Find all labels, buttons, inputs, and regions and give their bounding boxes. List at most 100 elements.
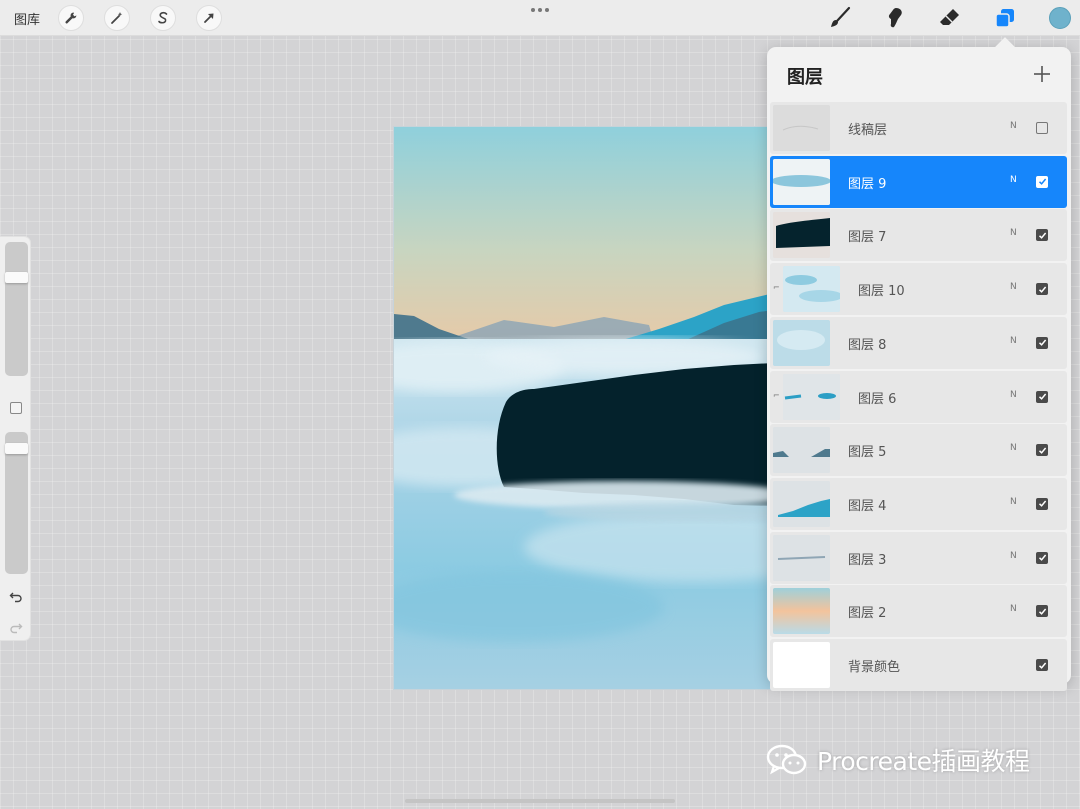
clipping-mask-icon: ⌐ bbox=[773, 390, 780, 400]
blend-mode-button[interactable]: N bbox=[1010, 228, 1017, 238]
layer-thumbnail[interactable] bbox=[773, 158, 830, 205]
layer-name: 线稿层 bbox=[848, 123, 888, 138]
add-layer-icon[interactable] bbox=[1031, 63, 1053, 85]
paint-brush-tool[interactable] bbox=[826, 5, 854, 31]
layer-row[interactable]: ⌐ 图层 6 N bbox=[770, 370, 1067, 423]
layers-icon bbox=[995, 9, 1014, 28]
smudge-tool[interactable] bbox=[880, 5, 908, 31]
selection-button[interactable] bbox=[150, 5, 176, 31]
layer-thumbnail[interactable] bbox=[773, 319, 830, 366]
undo-icon[interactable] bbox=[9, 589, 23, 603]
blend-mode-button[interactable]: N bbox=[1010, 497, 1017, 507]
blend-mode-button[interactable]: N bbox=[1010, 551, 1017, 561]
checkmark-icon bbox=[1038, 608, 1046, 615]
layer-row[interactable]: 图层 9 N bbox=[770, 155, 1067, 208]
brush-size-slider[interactable] bbox=[5, 242, 28, 376]
layer-name: 图层 10 bbox=[858, 284, 905, 300]
layer-visibility-checkbox[interactable] bbox=[1036, 175, 1048, 188]
layer-visibility-checkbox[interactable] bbox=[1036, 659, 1048, 671]
layer-row[interactable]: ⌐ 图层 10 N bbox=[770, 263, 1067, 316]
layer-thumbnail[interactable] bbox=[783, 266, 840, 313]
drawing-canvas[interactable] bbox=[393, 126, 816, 690]
checkmark-icon bbox=[1038, 178, 1046, 186]
layer-visibility-checkbox[interactable] bbox=[1036, 229, 1048, 242]
watermark-text: Procreate插画教程 bbox=[817, 747, 1030, 776]
actions-button[interactable] bbox=[58, 5, 84, 31]
layer-thumbnail[interactable] bbox=[783, 373, 840, 420]
layer-row[interactable]: 线稿层 N bbox=[770, 102, 1067, 154]
layer-thumbnail[interactable] bbox=[773, 588, 830, 635]
layer-row[interactable]: 图层 3 N bbox=[770, 531, 1067, 584]
color-picker-button[interactable] bbox=[1049, 7, 1071, 29]
layer-visibility-checkbox[interactable] bbox=[1036, 444, 1048, 457]
layer-thumbnail[interactable] bbox=[773, 212, 830, 259]
home-indicator bbox=[405, 799, 675, 803]
eraser-tool[interactable] bbox=[936, 5, 964, 31]
layer-name: 图层 5 bbox=[848, 445, 887, 461]
layer-row[interactable]: 背景颜色 bbox=[770, 639, 1067, 691]
checkmark-icon bbox=[1038, 286, 1046, 293]
layer-visibility-checkbox[interactable] bbox=[1036, 497, 1048, 510]
brush-size-thumb[interactable] bbox=[5, 272, 28, 283]
blend-mode-button[interactable]: N bbox=[1010, 390, 1017, 400]
wechat-icon bbox=[766, 744, 807, 775]
layer-name: 图层 7 bbox=[848, 230, 887, 246]
layer-row[interactable]: 图层 4 N bbox=[770, 477, 1067, 530]
layers-button[interactable] bbox=[991, 5, 1019, 31]
layer-visibility-checkbox[interactable] bbox=[1036, 390, 1048, 403]
layers-panel-title: 图层 bbox=[787, 67, 823, 88]
layer-thumbnail[interactable] bbox=[773, 642, 830, 688]
blend-mode-button[interactable]: N bbox=[1010, 175, 1017, 185]
watermark: Procreate插画教程 bbox=[765, 742, 1030, 778]
blend-mode-button[interactable]: N bbox=[1010, 336, 1017, 346]
landscape-artwork bbox=[394, 127, 815, 689]
layer-visibility-checkbox[interactable] bbox=[1036, 122, 1048, 134]
eraser-icon bbox=[940, 9, 959, 25]
layer-row[interactable]: 图层 7 N bbox=[770, 209, 1067, 262]
layer-row[interactable]: 图层 5 N bbox=[770, 424, 1067, 477]
transform-button[interactable] bbox=[196, 5, 222, 31]
opacity-thumb[interactable] bbox=[5, 443, 28, 454]
layer-thumbnail[interactable] bbox=[773, 534, 830, 581]
blend-mode-button[interactable]: N bbox=[1010, 443, 1017, 453]
brush-icon bbox=[831, 6, 851, 27]
modify-button[interactable] bbox=[10, 402, 22, 414]
smudge-icon bbox=[888, 8, 902, 28]
checkmark-icon bbox=[1038, 393, 1046, 400]
blend-mode-button[interactable]: N bbox=[1010, 282, 1017, 292]
layer-row[interactable]: 图层 8 N bbox=[770, 316, 1067, 369]
layer-name: 图层 2 bbox=[848, 606, 887, 622]
layer-name: 图层 6 bbox=[858, 391, 897, 407]
magic-wand-icon bbox=[111, 12, 123, 24]
layer-name: 图层 4 bbox=[848, 498, 887, 514]
blend-mode-button[interactable]: N bbox=[1010, 121, 1017, 131]
checkmark-icon bbox=[1038, 662, 1046, 669]
layer-visibility-checkbox[interactable] bbox=[1036, 336, 1048, 349]
layer-name: 背景颜色 bbox=[848, 660, 901, 675]
layer-name: 图层 8 bbox=[848, 337, 887, 353]
blend-mode-button[interactable]: N bbox=[1010, 604, 1017, 614]
layer-row[interactable]: 图层 2 N bbox=[770, 585, 1067, 638]
layer-thumbnail[interactable] bbox=[773, 427, 830, 474]
layer-thumbnail[interactable] bbox=[773, 480, 830, 527]
layers-panel: 图层 线稿层 N 图层 9 N 图层 7 N ⌐ 图层 10 N 图层 8 N ⌐ 图层 6 N 图层 5 N… bbox=[767, 47, 1071, 691]
clipping-mask-icon: ⌐ bbox=[773, 283, 780, 293]
checkmark-icon bbox=[1038, 500, 1046, 508]
selection-icon bbox=[158, 11, 168, 24]
checkmark-icon bbox=[1038, 447, 1046, 454]
adjustments-button[interactable] bbox=[104, 5, 130, 31]
left-sidebar bbox=[0, 236, 31, 641]
layer-thumbnail[interactable] bbox=[773, 105, 830, 151]
redo-icon[interactable] bbox=[9, 620, 23, 634]
more-options-dots-icon[interactable] bbox=[526, 2, 554, 18]
transform-arrow-icon bbox=[204, 13, 214, 23]
checkmark-icon bbox=[1038, 339, 1046, 347]
layer-visibility-checkbox[interactable] bbox=[1036, 551, 1048, 564]
layer-visibility-checkbox[interactable] bbox=[1036, 283, 1048, 296]
wrench-icon bbox=[65, 12, 77, 24]
layer-visibility-checkbox[interactable] bbox=[1036, 605, 1048, 618]
layer-name: 图层 3 bbox=[848, 552, 887, 568]
checkmark-icon bbox=[1038, 554, 1046, 561]
gallery-button[interactable]: 图库 bbox=[14, 9, 40, 28]
top-toolbar: 图库 bbox=[0, 0, 1080, 36]
